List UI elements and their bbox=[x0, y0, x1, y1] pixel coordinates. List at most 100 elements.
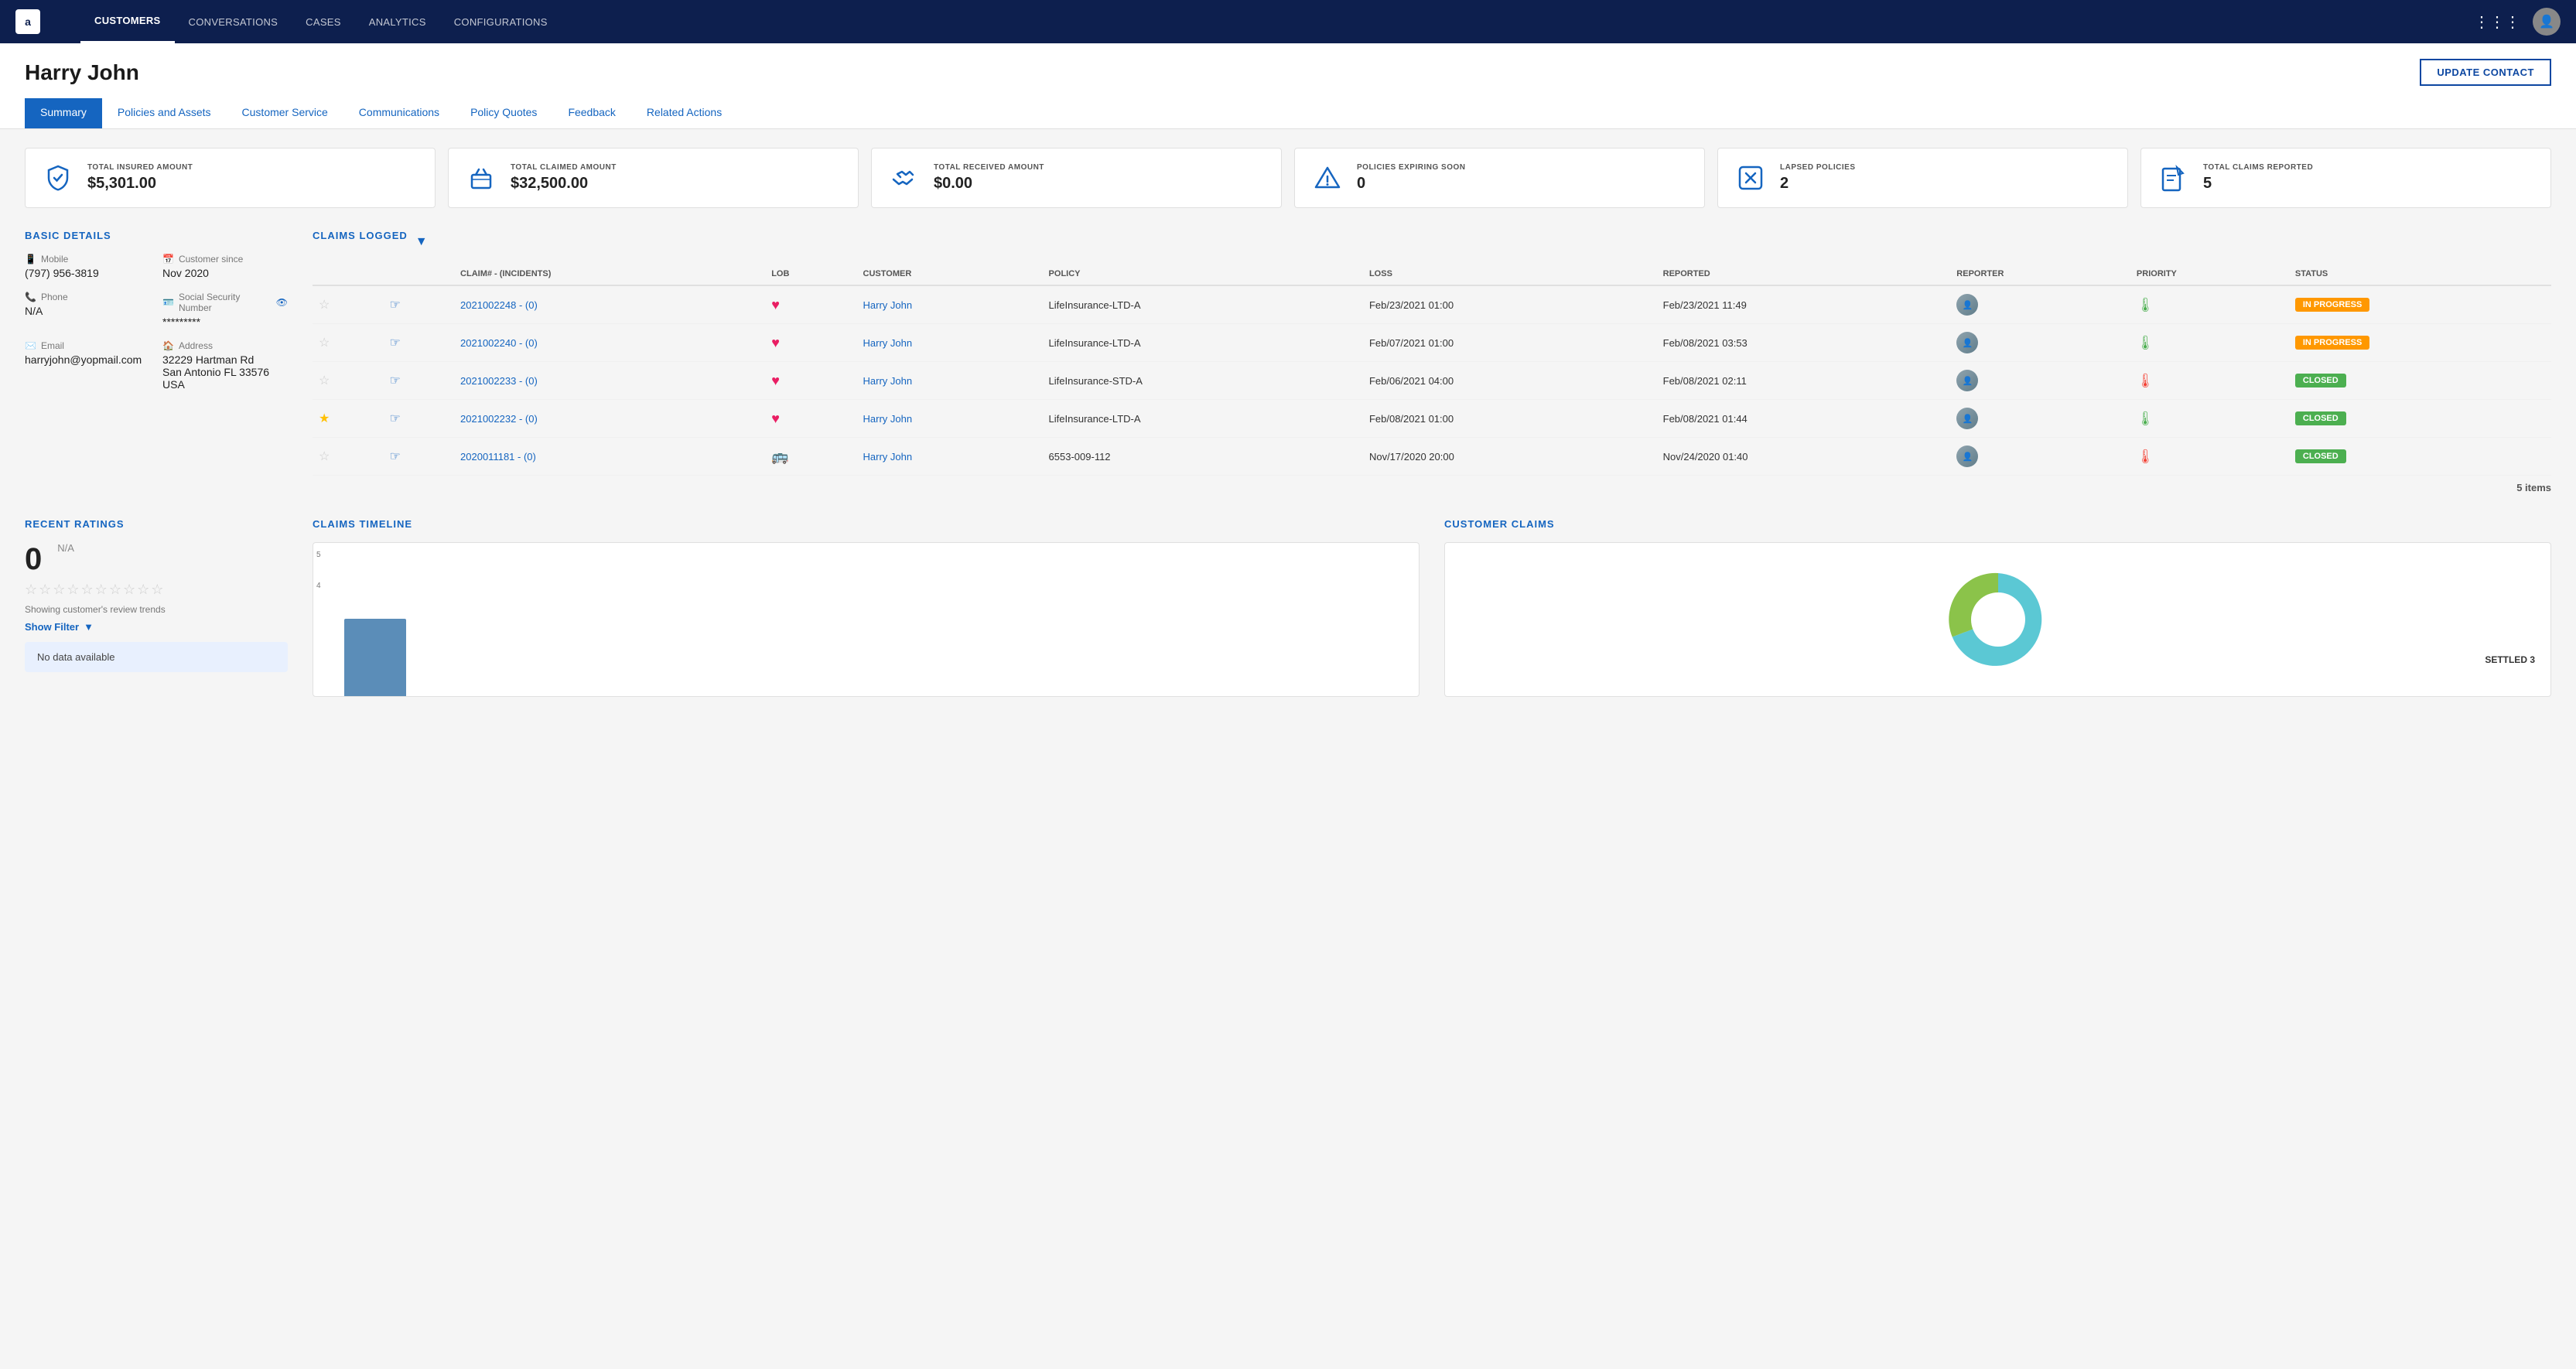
cell-loss: Nov/17/2020 20:00 bbox=[1363, 438, 1657, 476]
nav-analytics[interactable]: ANALYTICS bbox=[355, 0, 440, 43]
touch-icon[interactable]: ☞ bbox=[390, 299, 401, 312]
star-icon[interactable]: ☆ bbox=[319, 450, 330, 463]
home-icon: 🏠 bbox=[162, 340, 174, 351]
nav-customers[interactable]: CUSTOMERS bbox=[80, 0, 175, 43]
nav-configurations[interactable]: CONFIGURATIONS bbox=[440, 0, 562, 43]
update-contact-button[interactable]: UPDATE CONTACT bbox=[2420, 59, 2551, 86]
cell-claim: 2021002232 - (0) bbox=[454, 400, 765, 438]
claim-link[interactable]: 2021002240 - (0) bbox=[460, 337, 538, 349]
claim-link[interactable]: 2021002248 - (0) bbox=[460, 299, 538, 311]
cell-status: CLOSED bbox=[2289, 400, 2551, 438]
reporter-avatar: 👤 bbox=[1956, 408, 1978, 429]
cell-claim: 2021002248 - (0) bbox=[454, 285, 765, 324]
ratings-count: 0 bbox=[25, 542, 42, 577]
detail-address-label: 🏠 Address bbox=[162, 340, 288, 351]
cell-claim: 2020011181 - (0) bbox=[454, 438, 765, 476]
col-reporter: REPORTER bbox=[1950, 263, 2130, 285]
cell-loss: Feb/06/2021 04:00 bbox=[1363, 362, 1657, 400]
star-icon[interactable]: ★ bbox=[319, 412, 330, 425]
card-label-insured: TOTAL INSURED AMOUNT bbox=[87, 163, 193, 172]
card-value-claimed: $32,500.00 bbox=[511, 175, 617, 193]
claims-header: CLAIMS LOGGED ▼ bbox=[313, 230, 2551, 254]
tab-communications[interactable]: Communications bbox=[343, 98, 455, 128]
no-data-box: No data available bbox=[25, 642, 288, 672]
cell-touch: ☞ bbox=[384, 438, 455, 476]
page-header: Harry John UPDATE CONTACT Summary Polici… bbox=[0, 43, 2576, 129]
show-filter-button[interactable]: Show Filter ▼ bbox=[25, 621, 288, 633]
claims-table: CLAIM# - (INCIDENTS) LOB CUSTOMER POLICY… bbox=[313, 263, 2551, 476]
mobile-icon: 📱 bbox=[25, 254, 36, 265]
detail-customer-since-value: Nov 2020 bbox=[162, 267, 288, 279]
col-priority: PRIORITY bbox=[2130, 263, 2289, 285]
touch-icon[interactable]: ☞ bbox=[390, 374, 401, 387]
chart-bar bbox=[344, 619, 406, 696]
customer-link[interactable]: Harry John bbox=[863, 451, 913, 463]
star-icon[interactable]: ☆ bbox=[319, 374, 330, 387]
customer-link[interactable]: Harry John bbox=[863, 413, 913, 425]
card-label-expiring: POLICIES EXPIRING SOON bbox=[1357, 163, 1465, 172]
phone-icon: 📞 bbox=[25, 292, 36, 302]
grid-icon[interactable]: ⋮⋮⋮ bbox=[2474, 12, 2520, 32]
card-total-claimed: TOTAL CLAIMED AMOUNT $32,500.00 bbox=[448, 148, 859, 208]
detail-mobile-value: (797) 956-3819 bbox=[25, 267, 150, 279]
star-icon[interactable]: ☆ bbox=[319, 336, 330, 350]
visibility-icon[interactable]: 👁 bbox=[276, 297, 288, 308]
customer-link[interactable]: Harry John bbox=[863, 337, 913, 349]
cell-priority: 🌡 bbox=[2130, 400, 2289, 438]
priority-low-icon: 🌡 bbox=[2137, 411, 2154, 426]
star-icon[interactable]: ☆ bbox=[319, 299, 330, 312]
filter-icon[interactable]: ▼ bbox=[415, 235, 428, 249]
nav-right: ⋮⋮⋮ 👤 bbox=[2474, 8, 2561, 36]
table-row: ☆ ☞ 2021002248 - (0) ♥ Harry John LifeIn… bbox=[313, 285, 2551, 324]
touch-icon[interactable]: ☞ bbox=[390, 412, 401, 425]
nav-conversations[interactable]: CONVERSATIONS bbox=[175, 0, 292, 43]
cell-policy: LifeInsurance-LTD-A bbox=[1043, 324, 1363, 362]
id-icon: 🪪 bbox=[162, 297, 174, 308]
tab-summary[interactable]: Summary bbox=[25, 98, 102, 128]
cell-lob: ♥ bbox=[765, 285, 856, 324]
tab-policy-quotes[interactable]: Policy Quotes bbox=[455, 98, 552, 128]
touch-icon[interactable]: ☞ bbox=[390, 450, 401, 463]
cell-lob: ♥ bbox=[765, 400, 856, 438]
card-value-insured: $5,301.00 bbox=[87, 175, 193, 193]
nav-cases[interactable]: CASES bbox=[292, 0, 355, 43]
cell-claim: 2021002240 - (0) bbox=[454, 324, 765, 362]
card-value-claims-reported: 5 bbox=[2203, 175, 2313, 193]
customer-link[interactable]: Harry John bbox=[863, 375, 913, 387]
card-policies-expiring: POLICIES EXPIRING SOON 0 bbox=[1294, 148, 1705, 208]
avatar[interactable]: 👤 bbox=[2533, 8, 2561, 36]
detail-address-value: 32229 Hartman Rd San Antonio FL 33576 US… bbox=[162, 353, 288, 391]
card-lapsed-policies: LAPSED POLICIES 2 bbox=[1717, 148, 2128, 208]
card-info-expiring: POLICIES EXPIRING SOON 0 bbox=[1357, 163, 1465, 193]
cell-priority: 🌡 bbox=[2130, 324, 2289, 362]
cell-reported: Nov/24/2020 01:40 bbox=[1657, 438, 1951, 476]
detail-email: ✉️ Email harryjohn@yopmail.com bbox=[25, 340, 150, 391]
customer-link[interactable]: Harry John bbox=[863, 299, 913, 311]
tab-feedback[interactable]: Feedback bbox=[552, 98, 630, 128]
claim-link[interactable]: 2021002233 - (0) bbox=[460, 375, 538, 387]
detail-email-value: harryjohn@yopmail.com bbox=[25, 353, 150, 366]
touch-icon[interactable]: ☞ bbox=[390, 336, 401, 350]
cell-claim: 2021002233 - (0) bbox=[454, 362, 765, 400]
col-lob: LOB bbox=[765, 263, 856, 285]
tab-customer-service[interactable]: Customer Service bbox=[227, 98, 343, 128]
y-label-5: 5 bbox=[316, 551, 321, 559]
tab-related-actions[interactable]: Related Actions bbox=[631, 98, 737, 128]
claim-link[interactable]: 2021002232 - (0) bbox=[460, 413, 538, 425]
reporter-avatar: 👤 bbox=[1956, 294, 1978, 316]
card-label-lapsed: LAPSED POLICIES bbox=[1780, 163, 1856, 172]
cell-star: ☆ bbox=[313, 438, 384, 476]
cell-policy: LifeInsurance-LTD-A bbox=[1043, 400, 1363, 438]
tabs-container: Summary Policies and Assets Customer Ser… bbox=[25, 98, 2551, 128]
tab-policies-and-assets[interactable]: Policies and Assets bbox=[102, 98, 227, 128]
detail-ssn: 🪪 Social Security Number 👁 ********* bbox=[162, 292, 288, 328]
claims-logged-title: CLAIMS LOGGED bbox=[313, 230, 408, 241]
page-title: Harry John bbox=[25, 60, 139, 85]
cell-reporter: 👤 bbox=[1950, 285, 2130, 324]
detail-address: 🏠 Address 32229 Hartman Rd San Antonio F… bbox=[162, 340, 288, 391]
col-reported: REPORTED bbox=[1657, 263, 1951, 285]
appian-logo[interactable]: a bbox=[15, 9, 40, 34]
show-filter-label: Show Filter bbox=[25, 621, 79, 633]
claim-link[interactable]: 2020011181 - (0) bbox=[460, 451, 536, 463]
col-policy: POLICY bbox=[1043, 263, 1363, 285]
